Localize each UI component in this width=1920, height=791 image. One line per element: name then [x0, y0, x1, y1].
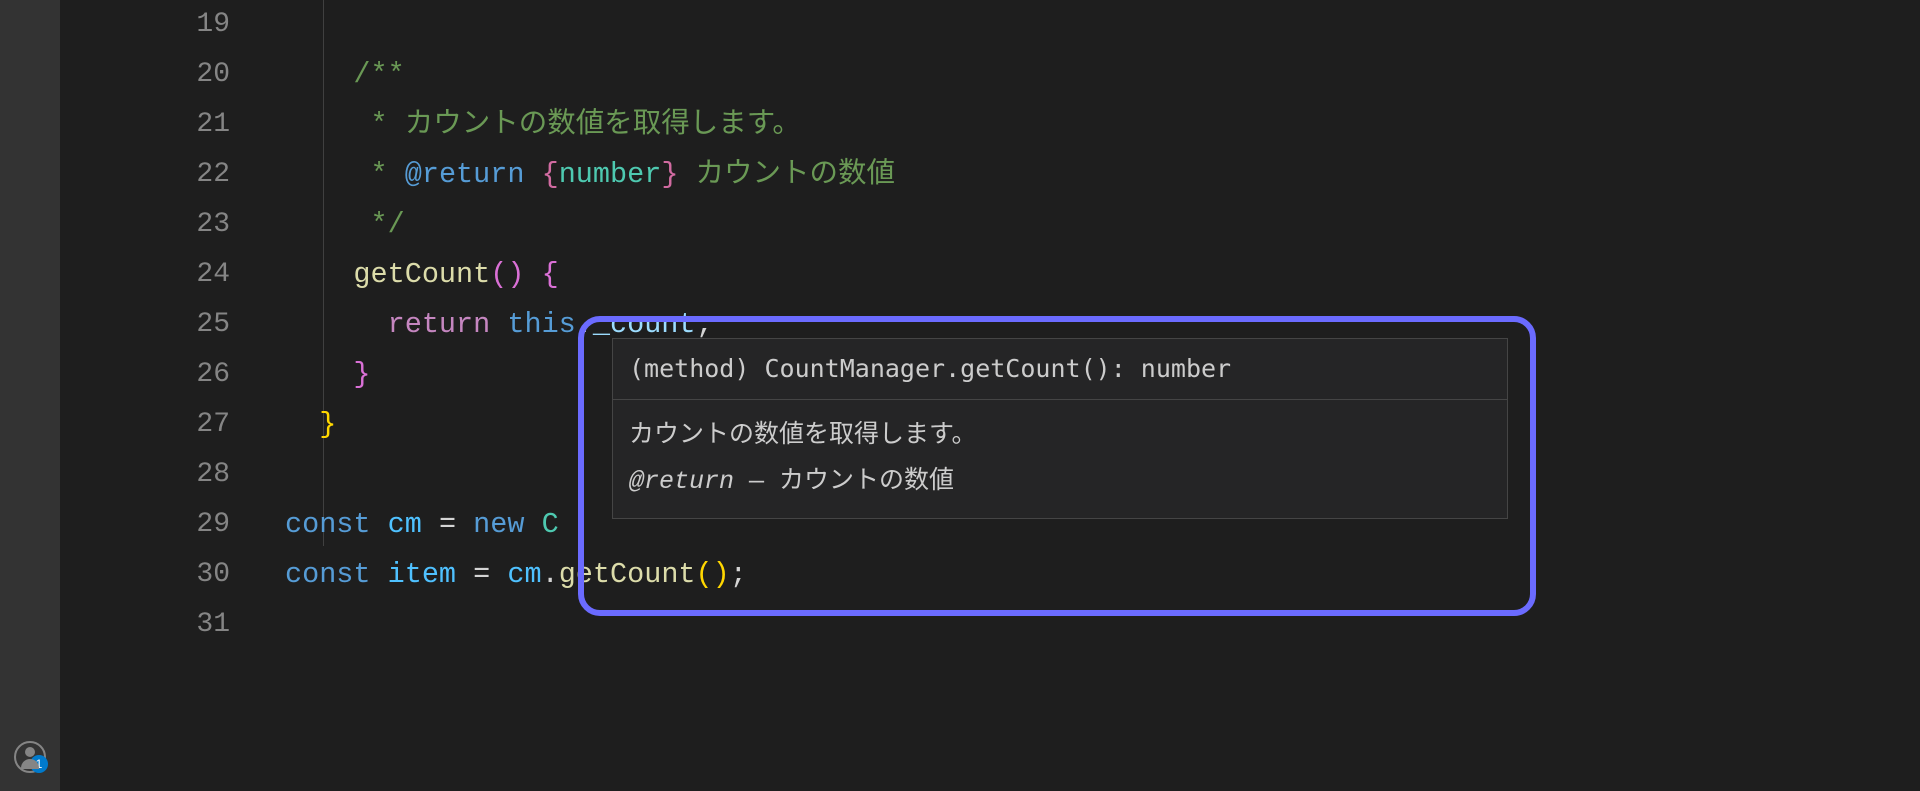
keyword-this: this — [507, 308, 575, 341]
dot: . — [576, 308, 593, 341]
hover-return-tag: @return — [629, 467, 734, 496]
brace: } — [319, 408, 336, 441]
hover-description: カウントの数値を取得します。 @return — カウントの数値 — [613, 400, 1507, 518]
code-line-22[interactable]: * @return {number} カウントの数値 — [285, 150, 1920, 200]
line-number: 22 — [60, 150, 265, 200]
paren: ( — [490, 258, 507, 291]
brace: { — [524, 158, 558, 191]
code-line-19[interactable] — [285, 0, 1920, 50]
line-number: 27 — [60, 400, 265, 450]
activity-bar: 1 — [0, 0, 60, 791]
line-number: 20 — [60, 50, 265, 100]
hover-tooltip[interactable]: (method) CountManager.getCount(): number… — [612, 338, 1508, 519]
keyword-return: return — [388, 308, 491, 341]
jsdoc-return-tag: @return — [405, 158, 525, 191]
paren: ( — [696, 558, 713, 591]
semicolon: ; — [730, 558, 747, 591]
line-number: 26 — [60, 350, 265, 400]
paren: ) — [713, 558, 730, 591]
variable: c — [507, 558, 524, 591]
accounts-badge: 1 — [30, 755, 48, 773]
line-number: 23 — [60, 200, 265, 250]
class-name: C — [542, 508, 559, 541]
code-line-24[interactable]: getCount() { — [285, 250, 1920, 300]
line-number: 30 — [60, 550, 265, 600]
keyword-const: const — [285, 558, 371, 591]
comment-start: /** — [353, 58, 404, 91]
code-line-31[interactable] — [285, 600, 1920, 650]
keyword-new: new — [473, 508, 524, 541]
accounts-icon[interactable]: 1 — [14, 741, 46, 773]
method-call: getCount — [559, 558, 696, 591]
method-name: getCount — [353, 258, 490, 291]
code-line-20[interactable]: /** — [285, 50, 1920, 100]
comment-text: カウントの数値を取得します。 — [405, 108, 801, 141]
line-number: 31 — [60, 600, 265, 650]
comment-star: * — [353, 108, 404, 141]
dot: . — [542, 558, 559, 591]
type: number — [559, 158, 662, 191]
code-line-23[interactable]: */ — [285, 200, 1920, 250]
variable: item — [388, 558, 456, 591]
comment-text: カウントの数値 — [678, 158, 895, 191]
line-number: 28 — [60, 450, 265, 500]
variable: cm — [388, 508, 422, 541]
gutter: 19 20 21 22 23 24 25 26 27 28 29 30 31 — [60, 0, 265, 791]
hover-return: @return — カウントの数値 — [629, 462, 1491, 502]
keyword-const: const — [285, 508, 371, 541]
code-area[interactable]: /** * カウントの数値を取得します。 * @return {number} … — [285, 0, 1920, 650]
code-line-30[interactable]: const item = cm.getCount(); — [285, 550, 1920, 600]
semicolon: ; — [696, 308, 713, 341]
line-number: 21 — [60, 100, 265, 150]
property: _count — [593, 308, 696, 341]
line-number: 19 — [60, 0, 265, 50]
hover-signature: (method) CountManager.getCount(): number — [613, 339, 1507, 400]
brace: } — [661, 158, 678, 191]
line-number: 29 — [60, 500, 265, 550]
brace: } — [353, 358, 370, 391]
line-number: 24 — [60, 250, 265, 300]
hover-return-text: カウントの数値 — [779, 467, 954, 496]
comment-end: */ — [353, 208, 404, 241]
line-number: 25 — [60, 300, 265, 350]
comment-star: * — [353, 158, 404, 191]
paren: ) — [507, 258, 524, 291]
code-line-21[interactable]: * カウントの数値を取得します。 — [285, 100, 1920, 150]
brace: { — [542, 258, 559, 291]
hover-desc-text: カウントの数値を取得します。 — [629, 416, 1491, 456]
code-editor[interactable]: 19 20 21 22 23 24 25 26 27 28 29 30 31 /… — [60, 0, 1920, 791]
